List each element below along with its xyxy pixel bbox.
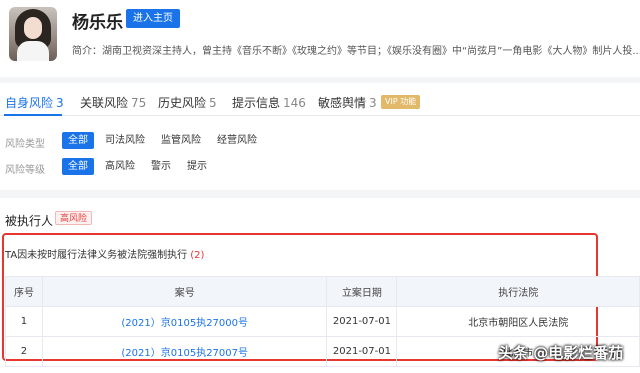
filter-label: 风险类型	[5, 139, 45, 150]
tab-tip-info[interactable]: 提示信息 146	[232, 94, 306, 111]
case-count: (2)	[190, 250, 205, 261]
filter-option-notice[interactable]: 提示	[181, 158, 213, 175]
filter-option-judicial[interactable]: 司法风险	[99, 132, 151, 149]
section-divider	[0, 77, 640, 83]
cell-index: 2	[5, 336, 43, 367]
tab-history-risk[interactable]: 历史风险 5	[158, 94, 217, 111]
cell-court: 北京市朝阳区人民法院	[396, 306, 640, 337]
filter-option-business[interactable]: 经营风险	[211, 132, 263, 149]
tab-count: 146	[283, 96, 306, 110]
section-title: 被执行人	[5, 214, 54, 228]
column-header-court: 执行法院	[396, 276, 640, 307]
tab-label: 提示信息	[232, 96, 281, 110]
tab-label: 关联风险	[80, 96, 129, 110]
filter-label: 风险等级	[5, 165, 45, 176]
tab-count: 75	[131, 96, 147, 110]
case-number-link[interactable]: (2021）京0105执27007号	[41, 336, 328, 367]
filter-option-high-risk[interactable]: 高风险	[99, 158, 141, 175]
tab-count: 3	[56, 96, 64, 110]
vip-badge: VIP 功能	[381, 95, 421, 109]
filter-option-warning[interactable]: 警示	[145, 158, 177, 175]
tab-count: 3	[369, 96, 377, 110]
tab-label: 历史风险	[158, 96, 207, 110]
table-header-row: 序号 案号 立案日期 执行法院	[5, 276, 640, 307]
cell-index: 1	[5, 306, 43, 337]
tab-count: 5	[209, 96, 217, 110]
avatar-body	[17, 41, 49, 61]
filter-risk-level: 风险等级 全部 高风险 警示 提示	[0, 158, 640, 176]
avatar[interactable]	[9, 7, 57, 61]
cell-date: 2021-07-01	[326, 306, 398, 337]
profile-header: 杨乐乐 进入主页 简介：湖南卫视资深主持人，曾主持《音乐不断》《玫瑰之约》等节目…	[0, 0, 640, 72]
column-header-case-no: 案号	[41, 276, 328, 307]
active-tab-indicator	[4, 114, 62, 116]
column-header-date: 立案日期	[326, 276, 398, 307]
case-number-link[interactable]: (2021）京0105执27000号	[41, 306, 328, 337]
filter-option-all[interactable]: 全部	[62, 132, 94, 149]
high-risk-badge: 高风险	[55, 211, 93, 225]
tab-sensitive-news[interactable]: 敏感舆情 3	[318, 94, 377, 111]
section-divider	[0, 190, 640, 198]
tab-self-risk[interactable]: 自身风险 3	[5, 94, 64, 111]
tab-related-risk[interactable]: 关联风险 75	[80, 94, 146, 111]
person-name: 杨乐乐	[72, 13, 123, 33]
avatar-face	[24, 17, 42, 39]
column-header-index: 序号	[5, 276, 43, 307]
cell-date: 2021-07-01	[326, 336, 398, 367]
person-intro: 简介：湖南卫视资深主持人，曾主持《音乐不断》《玫瑰之约》等节目；《娱乐没有圈》中…	[72, 46, 640, 57]
risk-tabs: 自身风险 3 关联风险 75 历史风险 5 提示信息 146 敏感舆情 3	[0, 86, 640, 116]
watermark-text: 头条 @电影烂番茄	[498, 344, 624, 362]
tab-label: 自身风险	[5, 96, 54, 110]
enter-homepage-button[interactable]: 进入主页	[126, 9, 180, 28]
case-heading-text: TA因未按时履行法律义务被法院强制执行	[5, 250, 188, 261]
filter-risk-type: 风险类型 全部 司法风险 监管风险 经营风险	[0, 132, 640, 150]
filter-option-all[interactable]: 全部	[62, 158, 94, 175]
filter-option-regulatory[interactable]: 监管风险	[155, 132, 207, 149]
case-heading: TA因未按时履行法律义务被法院强制执行 (2)	[5, 246, 204, 261]
tab-label: 敏感舆情	[318, 96, 367, 110]
table-row: 1 (2021）京0105执27000号 2021-07-01 北京市朝阳区人民…	[5, 306, 640, 337]
